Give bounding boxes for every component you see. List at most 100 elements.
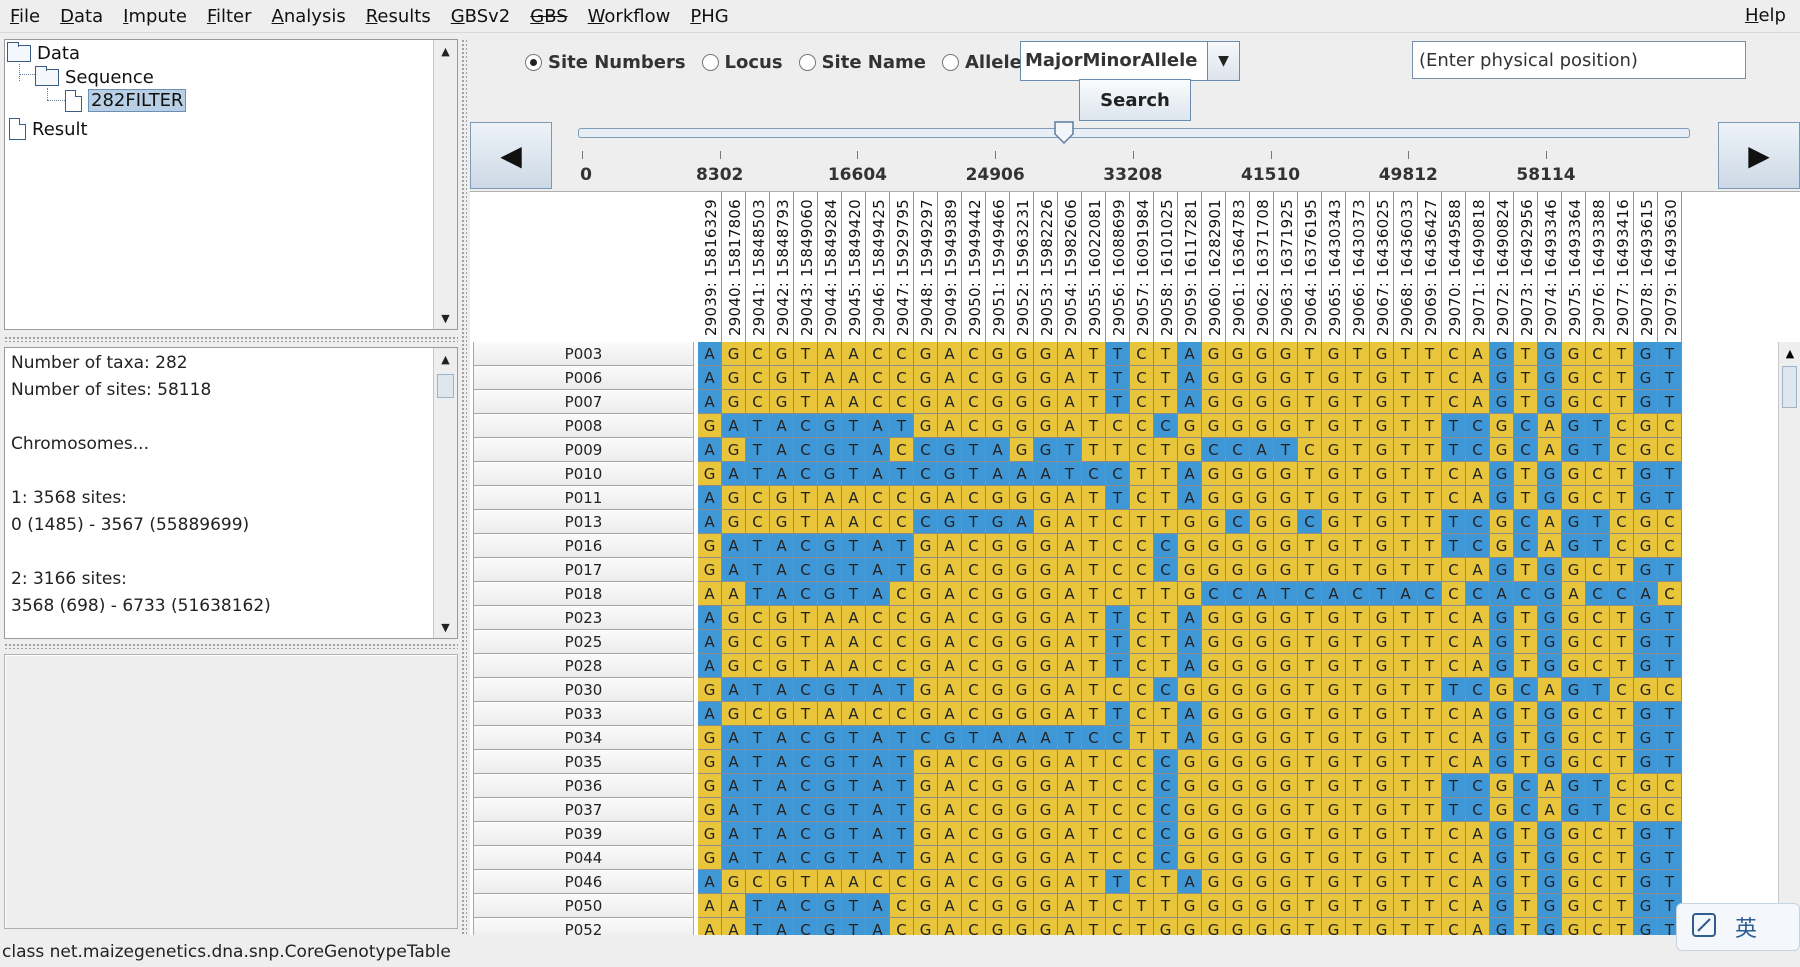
genotype-cell[interactable]: G [938,462,962,486]
genotype-cell[interactable]: G [1490,822,1514,846]
genotype-cell[interactable]: C [1298,582,1322,606]
genotype-cell[interactable]: T [1418,630,1442,654]
genotype-cell[interactable]: C [890,870,914,894]
genotype-cell[interactable]: G [986,510,1010,534]
genotype-cell[interactable]: G [770,342,794,366]
radio-locus[interactable]: Locus [701,52,783,73]
genotype-cell[interactable]: T [1154,366,1178,390]
genotype-cell[interactable]: G [1562,366,1586,390]
radio-site-numbers[interactable]: Site Numbers [525,52,686,73]
column-header[interactable]: 29064: 16376195 [1298,192,1322,342]
taxon-row-header[interactable]: P050 [473,894,694,918]
genotype-cell[interactable]: T [1658,870,1682,894]
taxon-row-header[interactable]: P046 [473,870,694,894]
genotype-cell[interactable]: G [1274,798,1298,822]
genotype-cell[interactable]: G [1202,798,1226,822]
genotype-cell[interactable]: A [866,894,890,918]
genotype-cell[interactable]: T [746,822,770,846]
genotype-cell[interactable]: A [722,822,746,846]
genotype-cell[interactable]: C [1442,582,1466,606]
genotype-cell[interactable]: T [1610,894,1634,918]
genotype-cell[interactable]: G [1226,774,1250,798]
genotype-cell[interactable]: C [1442,630,1466,654]
column-header[interactable]: 29049: 15949389 [938,192,962,342]
genotype-cell[interactable]: G [818,750,842,774]
genotype-cell[interactable]: G [722,390,746,414]
taxon-row-header[interactable]: P003 [473,342,694,366]
genotype-cell[interactable]: G [1010,390,1034,414]
genotype-cell[interactable]: C [1130,846,1154,870]
genotype-cell[interactable]: G [1202,342,1226,366]
genotype-cell[interactable]: A [818,486,842,510]
scroll-down-icon[interactable]: ▼ [434,307,457,329]
genotype-cell[interactable]: G [1538,894,1562,918]
genotype-cell[interactable]: C [1586,846,1610,870]
genotype-cell[interactable]: G [986,414,1010,438]
genotype-cell[interactable]: T [1418,726,1442,750]
genotype-cell[interactable]: G [1322,750,1346,774]
genotype-cell[interactable]: A [722,846,746,870]
genotype-cell[interactable]: G [698,534,722,558]
genotype-cell[interactable]: A [938,486,962,510]
genotype-cell[interactable]: G [1538,750,1562,774]
genotype-cell[interactable]: C [1586,366,1610,390]
genotype-cell[interactable]: A [698,438,722,462]
genotype-cell[interactable]: C [1586,462,1610,486]
genotype-cell[interactable]: A [938,678,962,702]
genotype-cell[interactable]: T [794,390,818,414]
column-header[interactable]: 29057: 16091984 [1130,192,1154,342]
genotype-cell[interactable]: G [1562,798,1586,822]
genotype-cell[interactable]: C [746,510,770,534]
genotype-cell[interactable]: G [1250,822,1274,846]
genotype-cell[interactable]: T [746,414,770,438]
physical-position-input[interactable]: (Enter physical position) [1412,41,1746,79]
genotype-cell[interactable]: G [1562,438,1586,462]
genotype-cell[interactable]: T [1298,534,1322,558]
genotype-cell[interactable]: T [1346,462,1370,486]
genotype-cell[interactable]: G [1370,870,1394,894]
genotype-cell[interactable]: T [842,750,866,774]
genotype-cell[interactable]: T [1610,918,1634,935]
genotype-cell[interactable]: G [914,798,938,822]
genotype-cell[interactable]: A [938,630,962,654]
genotype-cell[interactable]: G [1562,726,1586,750]
genotype-cell[interactable]: T [1418,846,1442,870]
genotype-cell[interactable]: G [1250,918,1274,935]
genotype-cell[interactable]: G [1370,678,1394,702]
genotype-cell[interactable]: G [1370,750,1394,774]
genotype-cell[interactable]: T [1586,798,1610,822]
genotype-cell[interactable]: C [890,342,914,366]
genotype-cell[interactable]: T [890,726,914,750]
genotype-cell[interactable]: G [1034,390,1058,414]
genotype-cell[interactable]: G [1634,870,1658,894]
genotype-cell[interactable]: C [794,534,818,558]
column-header[interactable]: 29043: 15849060 [794,192,818,342]
genotype-cell[interactable]: G [914,654,938,678]
genotype-cell[interactable]: G [1538,462,1562,486]
genotype-cell[interactable]: T [1082,654,1106,678]
genotype-cell[interactable]: T [1586,510,1610,534]
genotype-cell[interactable]: T [1514,726,1538,750]
genotype-cell[interactable]: C [746,486,770,510]
genotype-cell[interactable]: G [1034,654,1058,678]
genotype-cell[interactable]: T [1658,606,1682,630]
genotype-cell[interactable]: A [1250,438,1274,462]
genotype-cell[interactable]: T [1418,462,1442,486]
genotype-cell[interactable]: T [1514,654,1538,678]
genotype-cell[interactable]: C [1226,438,1250,462]
genotype-cell[interactable]: C [962,702,986,726]
genotype-cell[interactable]: G [986,558,1010,582]
genotype-cell[interactable]: A [842,702,866,726]
genotype-cell[interactable]: A [938,414,962,438]
genotype-cell[interactable]: T [1394,798,1418,822]
genotype-cell[interactable]: G [698,414,722,438]
genotype-cell[interactable]: G [914,822,938,846]
genotype-cell[interactable]: G [698,726,722,750]
genotype-cell[interactable]: A [866,582,890,606]
column-header[interactable]: 29044: 15849284 [818,192,842,342]
genotype-cell[interactable]: T [1394,414,1418,438]
genotype-cell[interactable]: G [914,918,938,935]
genotype-cell[interactable]: A [1538,798,1562,822]
genotype-cell[interactable]: C [1106,918,1130,935]
genotype-cell[interactable]: C [1442,726,1466,750]
